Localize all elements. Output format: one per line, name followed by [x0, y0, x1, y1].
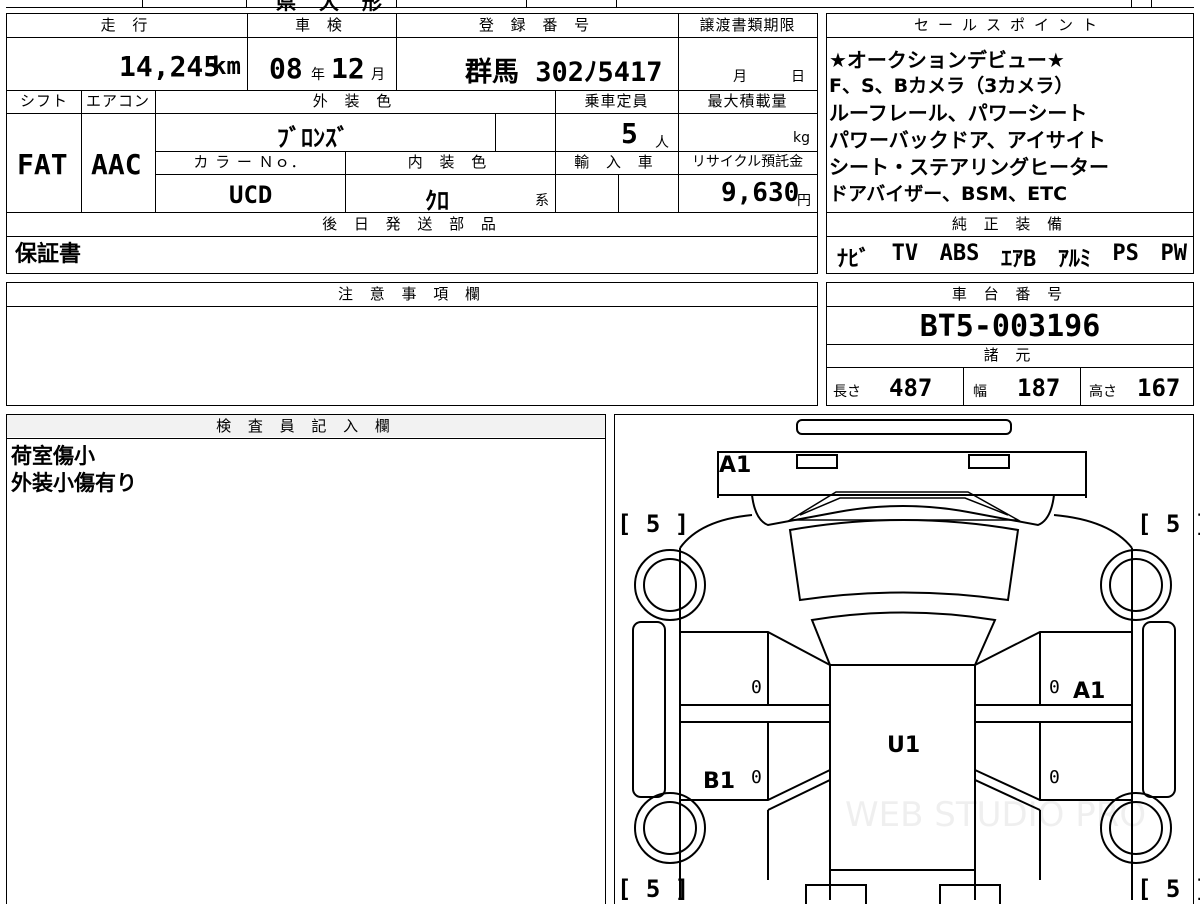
later-parts-value: 保証書 — [15, 242, 82, 267]
shift-value: FAT — [17, 148, 68, 181]
tire-bracket-rear-right: [ 5 ] — [1137, 510, 1200, 538]
interior-color-label: 内 装 色 — [407, 153, 493, 171]
length-label: 長さ — [833, 384, 861, 400]
transfer-day-unit: 日 — [791, 69, 805, 85]
equipment-item-alloy: ｱﾙﾐ — [1057, 247, 1091, 272]
zero-right-front-door: 0 — [1049, 767, 1060, 788]
inspection-month: 12 — [331, 52, 365, 85]
transfer-deadline-label: 譲渡書類期限 — [699, 16, 796, 34]
later-parts-label: 後 日 発 送 部 品 — [322, 215, 502, 233]
zero-right-rear-door: 0 — [1049, 677, 1060, 698]
interior-color-value: ｸﾛ — [425, 187, 449, 215]
exterior-color-value: ﾌﾞﾛﾝｽﾞ — [277, 124, 349, 152]
aircon-value: AAC — [91, 148, 142, 181]
mileage-value: 14,245 — [119, 50, 221, 83]
mark-roof: U1 — [887, 733, 921, 758]
height-value: 167 — [1137, 374, 1181, 402]
inspection-label: 車 検 — [295, 16, 348, 34]
inspector-line-2: 外装小傷有り — [11, 471, 137, 495]
exterior-color-label: 外 装 色 — [312, 92, 398, 110]
chassis-label: 車 台 番 号 — [951, 285, 1069, 303]
sales-point-line-5: シート・ステアリングヒーター — [829, 155, 1109, 179]
tire-bracket-rear-left: [ 5 ] — [617, 510, 690, 538]
inspection-year: 08 — [269, 52, 303, 85]
sales-point-line-6: ドアバイザー、BSM、ETC — [829, 183, 1068, 205]
equipment-item-tv: TV — [891, 241, 919, 266]
max-load-unit: kg — [793, 130, 810, 146]
aircon-label: エアコン — [85, 92, 150, 110]
car-diagram-box: A1 A1 U1 B1 [ 5 ] [ 5 ] [ 5 ] [ 5 ] 0 0 … — [614, 414, 1200, 904]
zero-left-rear-door: 0 — [751, 677, 762, 698]
width-label: 幅 — [973, 384, 987, 400]
tire-bracket-front-right: [ 5 ] — [1137, 875, 1200, 903]
inspection-month-unit: 月 — [371, 67, 385, 83]
sales-points-label: セールスポイント — [913, 16, 1106, 34]
inspector-label: 検 査 員 記 入 欄 — [7, 415, 605, 437]
length-value: 487 — [889, 374, 933, 402]
interior-color-suffix: 系 — [535, 193, 549, 209]
equipment-item-navi: ﾅﾋﾞ — [837, 247, 871, 272]
equipment-item-abs: ABS — [939, 241, 980, 266]
specs-label: 諸 元 — [983, 346, 1037, 364]
equipment-item-airbag: ｴｱB — [1001, 247, 1037, 272]
sales-point-line-2: F、S、Bカメラ（3カメラ） — [829, 75, 1074, 97]
inspection-year-unit: 年 — [311, 67, 325, 83]
watermark: WEB STUDIO PRO — [845, 795, 1147, 835]
chassis-box: 車 台 番 号 BT5-003196 諸 元 長さ 487 幅 187 高さ 1… — [826, 282, 1194, 406]
inspector-line-1: 荷室傷小 — [11, 444, 95, 468]
max-load-label: 最大積載量 — [707, 92, 788, 110]
sales-point-line-1: ★オークションデビュー★ — [829, 48, 1065, 72]
recycle-label: リサイクル預託金 — [691, 154, 804, 170]
equipment-item-pw: PW — [1160, 241, 1188, 266]
mileage-unit: km — [212, 52, 241, 80]
vehicle-info-box: 走 行 車 検 登 録 番 号 譲渡書類期限 14,245 km 08 年 12… — [6, 13, 818, 274]
sales-points-box: セールスポイント ★オークションデビュー★ F、S、Bカメラ（3カメラ） ルーフ… — [826, 13, 1194, 274]
color-no-value: UCD — [229, 181, 273, 209]
inspector-box: 検 査 員 記 入 欄 荷室傷小 外装小傷有り — [6, 414, 606, 904]
mark-left-front-door: B1 — [703, 769, 736, 794]
chassis-value: BT5-003196 — [919, 309, 1101, 344]
sales-point-line-3: ルーフレール、パワーシート — [829, 101, 1088, 125]
mark-rear: A1 — [719, 453, 752, 478]
sales-point-line-4: パワーバックドア、アイサイト — [829, 128, 1106, 152]
shift-label: シフト — [19, 92, 68, 110]
equipment-list: ﾅﾋﾞ TV ABS ｴｱB ｱﾙﾐ PS PW — [837, 241, 1187, 273]
capacity-unit: 人 — [655, 135, 669, 151]
equipment-label: 純 正 装 備 — [951, 215, 1069, 233]
recycle-value: 9,630 — [721, 178, 800, 208]
notes-label: 注 意 事 項 欄 — [337, 285, 487, 303]
tire-bracket-front-left: [ 5 ] — [617, 875, 690, 903]
capacity-value: 5 — [621, 117, 638, 150]
registration-value: 群馬 302ﾉ5417 — [465, 57, 663, 88]
color-no-label: カ ラ ー Ｎｏ． — [193, 153, 307, 171]
import-label: 輸 入 車 — [574, 153, 659, 171]
registration-label: 登 録 番 号 — [478, 16, 596, 34]
transfer-month-unit: 月 — [733, 69, 747, 85]
capacity-label: 乗車定員 — [584, 92, 649, 110]
top-strip: 県 大 形 — [6, 0, 1194, 14]
equipment-item-ps: PS — [1112, 241, 1139, 266]
recycle-unit: 円 — [797, 193, 811, 209]
mark-right-rear-door: A1 — [1073, 679, 1106, 704]
height-label: 高さ — [1089, 384, 1117, 400]
mileage-label: 走 行 — [100, 16, 154, 34]
notes-box: 注 意 事 項 欄 — [6, 282, 818, 406]
width-value: 187 — [1017, 374, 1061, 402]
zero-left-front-door: 0 — [751, 767, 762, 788]
